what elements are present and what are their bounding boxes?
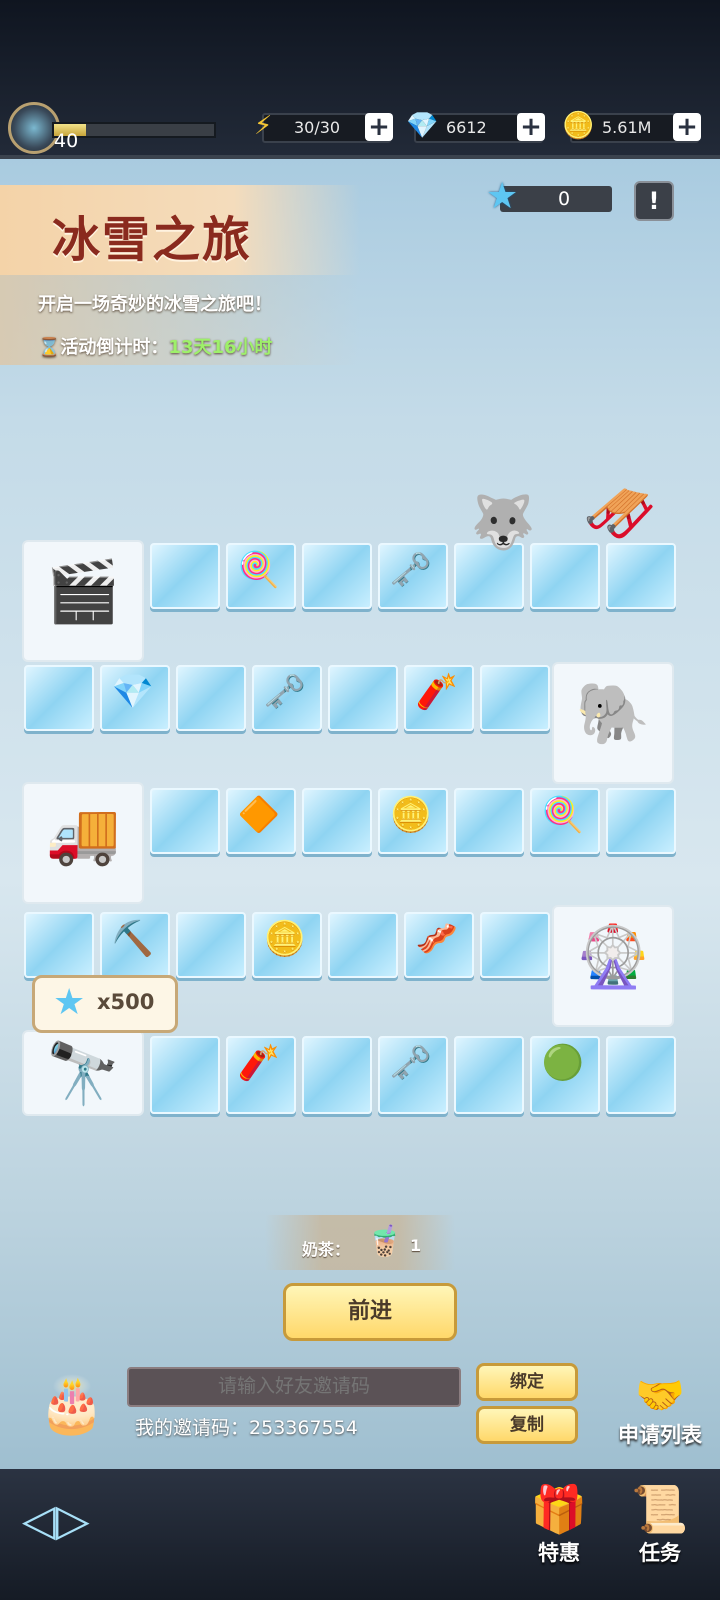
player-level: 40 bbox=[54, 130, 79, 152]
board-tile bbox=[150, 1036, 220, 1114]
coin-icon: 🪙 bbox=[263, 919, 307, 959]
sleigh-player-piece: 🛷 bbox=[582, 479, 658, 549]
milk-tea-count: 1 bbox=[410, 1236, 422, 1255]
board-tile bbox=[606, 543, 676, 609]
top-resource-bar: 40 ⚡ 30/30 + 💎 6612 + 🪙 5.61M + bbox=[0, 0, 720, 155]
ferris-wheel-building[interactable]: 🎡 bbox=[552, 905, 674, 1027]
diamond-icon: 💎 bbox=[406, 111, 439, 141]
coin-counter: 🪙 5.61M + bbox=[562, 111, 701, 143]
hourglass-icon: ⌛ bbox=[38, 337, 61, 358]
tnt-icon: 🧨 bbox=[237, 1043, 281, 1083]
gold-crystal-icon: 🔶 bbox=[237, 795, 281, 835]
board-tile bbox=[328, 665, 398, 731]
coin-icon: 🪙 bbox=[389, 795, 433, 835]
info-button[interactable]: ! bbox=[634, 181, 674, 221]
board-tile bbox=[606, 788, 676, 854]
emerald-icon: 🟢 bbox=[541, 1043, 585, 1083]
bind-button[interactable]: 绑定 bbox=[476, 1363, 578, 1401]
ferris-wheel-icon: 🎡 bbox=[575, 922, 651, 992]
bottom-nav-bar bbox=[0, 1469, 720, 1600]
lollipop-icon: 🍭 bbox=[237, 550, 281, 590]
advance-button[interactable]: 前进 bbox=[283, 1283, 457, 1341]
board-tile bbox=[176, 665, 246, 731]
board-tile bbox=[150, 543, 220, 609]
board-tile bbox=[302, 788, 372, 854]
gift-box-icon: 🎁 bbox=[530, 1482, 588, 1536]
copy-button[interactable]: 复制 bbox=[476, 1406, 578, 1444]
wolf-icon: 🐺 bbox=[470, 493, 536, 553]
back-icon[interactable]: ◁▷ bbox=[22, 1495, 90, 1546]
event-subtitle: 开启一场奇妙的冰雪之旅吧！ bbox=[38, 294, 272, 315]
key-icon: 🗝️ bbox=[389, 1043, 433, 1083]
invite-code-input[interactable] bbox=[127, 1367, 461, 1407]
energy-counter: ⚡ 30/30 + bbox=[254, 111, 393, 143]
board-tile bbox=[150, 788, 220, 854]
apply-list-label: 申请列表 bbox=[618, 1423, 702, 1447]
scroll-icon: 📜 bbox=[631, 1482, 689, 1536]
cake-icon: 🎂 bbox=[38, 1373, 106, 1436]
my-code-label: 我的邀请码： bbox=[135, 1417, 250, 1439]
my-invite-code: 我的邀请码：253367554 bbox=[135, 1413, 358, 1440]
lollipop-icon: 🍭 bbox=[541, 795, 585, 835]
add-energy-button[interactable]: + bbox=[365, 113, 393, 141]
event-title: 冰雪之旅 bbox=[52, 212, 253, 268]
reward-amount: x500 bbox=[97, 990, 155, 1014]
lightning-icon: ⚡ bbox=[254, 111, 273, 141]
coin-icon: 🪙 bbox=[562, 111, 595, 141]
star-score-bar: ★ 0 bbox=[486, 176, 612, 217]
add-diamond-button[interactable]: + bbox=[517, 113, 545, 141]
board-tile bbox=[454, 788, 524, 854]
star-icon: ★ bbox=[53, 982, 86, 1023]
board-tile bbox=[302, 543, 372, 609]
cinema-building[interactable]: 🎬 bbox=[22, 540, 144, 662]
star-icon: ★ bbox=[486, 176, 519, 217]
key-icon: 🗝️ bbox=[263, 672, 307, 712]
board-tile bbox=[454, 1036, 524, 1114]
cafe-truck-icon: 🚚 bbox=[45, 799, 121, 869]
board-tile bbox=[24, 912, 94, 978]
star-score: 0 bbox=[558, 188, 571, 210]
milk-tea-label: 奶茶： bbox=[302, 1240, 351, 1259]
board-tile bbox=[480, 665, 550, 731]
my-code-value: 253367554 bbox=[249, 1417, 358, 1439]
bacon-icon: 🥓 bbox=[415, 919, 459, 959]
pickaxe-icon: ⛏️ bbox=[111, 919, 155, 959]
board-tile bbox=[328, 912, 398, 978]
board-tile bbox=[24, 665, 94, 731]
special-offer-button[interactable]: 🎁 特惠 bbox=[519, 1482, 599, 1567]
event-countdown: ⌛活动倒计时：13天16小时 bbox=[38, 333, 273, 359]
observatory-building[interactable]: 🔭 bbox=[22, 1030, 144, 1116]
telescope-icon: 🔭 bbox=[45, 1039, 121, 1109]
gem-icon: 💎 bbox=[111, 672, 155, 712]
apply-list-button[interactable]: 🤝 申请列表 bbox=[610, 1372, 710, 1449]
tnt-icon: 🧨 bbox=[415, 672, 459, 712]
tasks-button[interactable]: 📜 任务 bbox=[620, 1482, 700, 1567]
countdown-value: 13天16小时 bbox=[168, 337, 273, 358]
add-coin-button[interactable]: + bbox=[673, 113, 701, 141]
board-tile bbox=[606, 1036, 676, 1114]
key-icon: 🗝️ bbox=[389, 550, 433, 590]
handshake-icon: 🤝 bbox=[635, 1373, 685, 1419]
milk-tea-band bbox=[265, 1215, 455, 1270]
board-tile bbox=[176, 912, 246, 978]
tasks-label: 任务 bbox=[639, 1541, 681, 1565]
special-offer-label: 特惠 bbox=[538, 1541, 580, 1565]
elephant-icon: 🐘 bbox=[575, 679, 651, 749]
board-tile bbox=[302, 1036, 372, 1114]
diamond-counter: 💎 6612 + bbox=[406, 111, 545, 143]
reward-bubble: ★ x500 bbox=[32, 975, 178, 1033]
elephant-slide-building[interactable]: 🐘 bbox=[552, 662, 674, 784]
cinema-icon: 🎬 bbox=[45, 557, 121, 627]
milk-tea-icon: 🧋 bbox=[366, 1224, 404, 1259]
coin-value: 5.61M bbox=[602, 118, 652, 137]
energy-value: 30/30 bbox=[294, 118, 341, 137]
diamond-value: 6612 bbox=[446, 118, 487, 137]
board-tile bbox=[480, 912, 550, 978]
cafe-truck-building[interactable]: 🚚 bbox=[22, 782, 144, 904]
countdown-label: 活动倒计时： bbox=[60, 337, 169, 358]
